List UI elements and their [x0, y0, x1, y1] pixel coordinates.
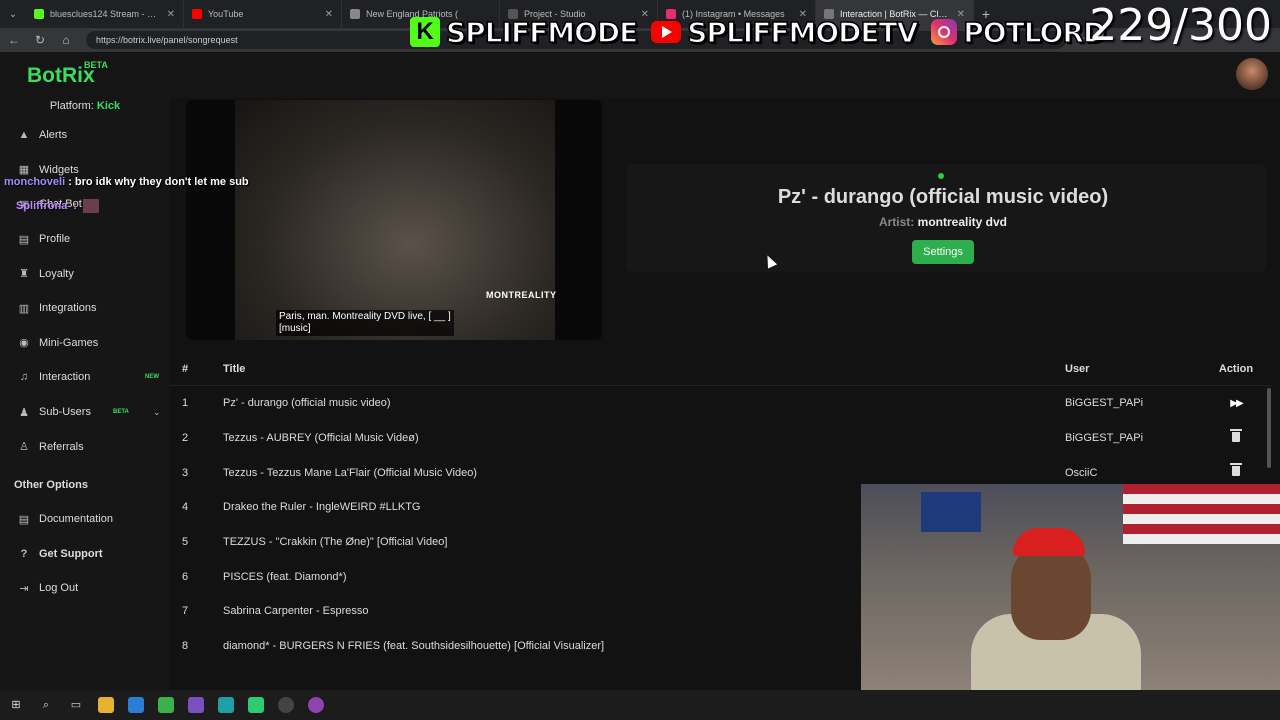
- messenger-icon[interactable]: [308, 697, 324, 713]
- now-playing-artist: Artist: montreality dvd: [878, 215, 1008, 229]
- trash-icon[interactable]: [1230, 428, 1242, 442]
- skip-icon[interactable]: ▶▶: [1230, 398, 1243, 409]
- settings-button[interactable]: Settings: [912, 240, 974, 264]
- kick-logo-icon: K: [410, 17, 440, 47]
- file-explorer-icon[interactable]: [98, 697, 114, 713]
- poster-decor: [921, 492, 981, 532]
- back-icon[interactable]: ←: [8, 33, 20, 47]
- tab-favicon-icon: [350, 9, 360, 19]
- search-icon[interactable]: ⌕: [38, 697, 54, 713]
- streamer-cap: [1013, 528, 1085, 556]
- gamepad-icon: ◉: [19, 337, 29, 350]
- tab-favicon-icon: [34, 9, 44, 19]
- beta-badge: BETA: [84, 60, 108, 70]
- edge-icon[interactable]: [128, 697, 144, 713]
- browser-tab[interactable]: YouTube ✕: [184, 0, 342, 28]
- sub-goal-counter: 229/300: [1089, 0, 1272, 51]
- user-avatar[interactable]: [1236, 58, 1268, 90]
- trash-icon[interactable]: [1230, 463, 1242, 477]
- close-tab-icon[interactable]: ✕: [325, 9, 333, 20]
- reload-icon[interactable]: ↻: [34, 33, 46, 47]
- table-row: 2 Tezzus - AUBREY (Official Music Videø) B…: [170, 421, 1272, 456]
- doc-icon: ▤: [18, 513, 30, 526]
- profile-icon: ▤: [18, 233, 30, 246]
- sidebar-item-loyalty[interactable]: ♜ Loyalty: [0, 256, 170, 291]
- sidebar-item-documentation[interactable]: ▤ Documentation: [0, 502, 170, 537]
- instagram-logo-icon: [931, 19, 958, 45]
- sidebar-item-mini-games[interactable]: ◉ Mini-Games: [0, 326, 170, 361]
- browser-icon[interactable]: [218, 697, 234, 713]
- flag-decor: [1123, 484, 1280, 544]
- users-icon: ♟: [19, 406, 29, 419]
- sidebar-item-alerts[interactable]: ▲ Alerts: [0, 118, 170, 153]
- sidebar-item-profile[interactable]: ▤ Profile: [0, 222, 170, 257]
- live-status-dot: [938, 173, 944, 179]
- chat-message: Spliffrona:: [16, 199, 100, 213]
- now-playing-card: Pz' - durango (official music video) Art…: [626, 164, 1266, 272]
- app-icon[interactable]: [188, 697, 204, 713]
- windows-taskbar: ⊞ ⌕ ▭: [0, 690, 1280, 720]
- video-watermark: MONTREALITY: [486, 290, 557, 300]
- close-tab-icon[interactable]: ✕: [167, 9, 175, 20]
- app-icon[interactable]: [158, 697, 174, 713]
- tab-list-icon[interactable]: ⌄: [0, 9, 26, 20]
- sidebar-item-referrals[interactable]: ♙ Referrals: [0, 429, 170, 464]
- app-header: BotRix BETA: [0, 52, 1280, 98]
- scrollbar[interactable]: [1267, 388, 1271, 468]
- now-playing-title: Pz' - durango (official music video): [777, 186, 1109, 208]
- music-icon: ♫: [19, 371, 29, 384]
- obs-icon[interactable]: [278, 697, 294, 713]
- integrations-icon: ▥: [18, 302, 30, 315]
- widgets-icon: ▦: [18, 164, 30, 177]
- beta-badge: BETA: [113, 409, 129, 416]
- task-view-icon[interactable]: ▭: [68, 697, 84, 713]
- kick-username: SPLIFFMODE: [445, 15, 639, 50]
- sidebar-item-sub-users[interactable]: ♟ Sub-Users BETA ⌄: [0, 395, 170, 430]
- windows-start-icon[interactable]: ⊞: [8, 697, 24, 713]
- sidebar-item-interaction[interactable]: ♫ Interaction NEW: [0, 360, 170, 395]
- video-player[interactable]: MONTREALITY Paris, man. Montreality DVD …: [186, 100, 602, 340]
- instagram-username: POTLORD: [963, 15, 1107, 50]
- sidebar-item-integrations[interactable]: ▥ Integrations: [0, 291, 170, 326]
- home-icon[interactable]: ⌂: [60, 33, 72, 47]
- chevron-down-icon[interactable]: ⌄: [153, 407, 161, 418]
- platform-indicator: Platform: Kick: [49, 100, 121, 112]
- table-row: 1 Pz' - durango (official music video) BiG…: [182, 397, 1244, 410]
- youtube-logo-icon: [651, 21, 682, 43]
- sidebar-item-log-out[interactable]: ⇥ Log Out: [0, 571, 170, 606]
- help-icon: ?: [20, 547, 28, 560]
- emote-icon: [83, 199, 100, 213]
- webcam-feed: [861, 484, 1280, 690]
- video-frame[interactable]: [235, 100, 555, 340]
- youtube-username: SPLIFFMODETV: [686, 15, 919, 50]
- new-badge: NEW: [145, 374, 159, 381]
- app-icon[interactable]: [248, 697, 264, 713]
- table-header: # Title User Action: [170, 352, 1272, 386]
- chat-message: monchoveli : bro idk why they don't let …: [4, 176, 249, 188]
- browser-tab[interactable]: bluesclues124 Stream - Watch Live✕: [26, 0, 184, 28]
- warning-icon: ▲: [18, 129, 30, 142]
- logout-icon: ⇥: [19, 582, 29, 595]
- stream-social-overlay: K SPLIFFMODE SPLIFFMODETV POTLORD: [410, 10, 1113, 54]
- trophy-icon: ♜: [19, 268, 29, 281]
- tab-favicon-icon: [192, 9, 202, 19]
- sidebar-item-get-support[interactable]: ? Get Support: [0, 537, 170, 572]
- referrals-icon: ♙: [19, 441, 29, 454]
- other-options-heading: Other Options: [14, 478, 88, 491]
- video-captions: Paris, man. Montreality DVD live, [ __ ]…: [276, 310, 454, 336]
